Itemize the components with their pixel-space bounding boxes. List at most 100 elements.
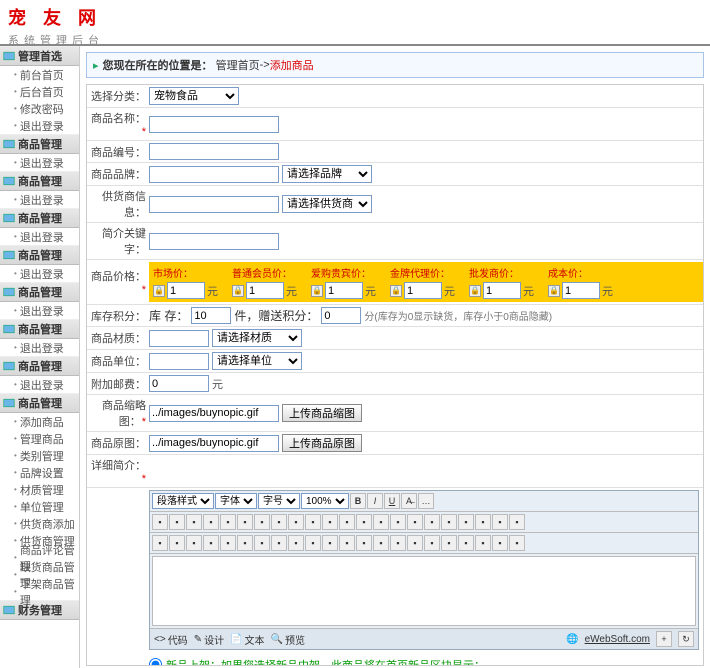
editor-para-select[interactable]: 段落样式 (152, 493, 214, 509)
input-material[interactable] (149, 330, 209, 347)
editor-tool-icon[interactable]: ▪ (492, 535, 508, 551)
italic-icon[interactable]: I (367, 493, 383, 509)
editor-tool-icon[interactable]: ▪ (203, 535, 219, 551)
editor-tool-icon[interactable]: ▪ (186, 514, 202, 530)
sidebar-item[interactable]: 材质管理 (0, 481, 79, 498)
editor-tool-icon[interactable]: ▪ (305, 514, 321, 530)
editor-refresh-icon[interactable]: ↻ (678, 631, 694, 647)
sidebar-item[interactable]: 下架商品管理 (0, 583, 79, 600)
lock-icon[interactable]: 🔒 (469, 285, 481, 297)
editor-tool-icon[interactable]: ▪ (373, 535, 389, 551)
sidebar-group-head[interactable]: 商品管理 (0, 208, 79, 228)
editor-textarea[interactable] (152, 556, 696, 626)
input-supplier[interactable] (149, 196, 279, 213)
lock-icon[interactable]: 🔒 (311, 285, 323, 297)
editor-tool-icon[interactable]: ▪ (458, 514, 474, 530)
radio-new[interactable]: 新品上架：如果您选择新品中架，此商品将在首页新品区块显示； (149, 656, 485, 666)
editor-tool-icon[interactable]: ▪ (186, 535, 202, 551)
input-brand[interactable] (149, 166, 279, 183)
bold-icon[interactable]: B (350, 493, 366, 509)
select-category[interactable]: 宠物食品 (149, 87, 239, 105)
editor-size-select[interactable]: 字号 (258, 493, 300, 509)
editor-tool-icon[interactable]: ▪ (509, 514, 525, 530)
more-icon[interactable]: … (418, 493, 434, 509)
upload-orig-button[interactable]: 上传商品原图 (282, 434, 362, 452)
sidebar-item[interactable]: 前台首页 (0, 66, 79, 83)
input-unit[interactable] (149, 353, 209, 370)
input-price-member[interactable] (246, 282, 284, 299)
editor-tool-icon[interactable]: ▪ (390, 514, 406, 530)
editor-tool-icon[interactable]: ▪ (271, 514, 287, 530)
editor-zoom-select[interactable]: 100% (301, 493, 349, 509)
sidebar-group-head[interactable]: 商品管理 (0, 319, 79, 339)
editor-tool-icon[interactable]: ▪ (356, 514, 372, 530)
sidebar-item[interactable]: 管理商品 (0, 430, 79, 447)
editor-tab-design[interactable]: ✎ 设计 (194, 632, 224, 647)
editor-tool-icon[interactable]: ▪ (475, 514, 491, 530)
sidebar-group-head[interactable]: 商品管理 (0, 245, 79, 265)
sidebar-item[interactable]: 单位管理 (0, 498, 79, 515)
editor-tab-preview[interactable]: 🔍 预览 (271, 632, 305, 647)
editor-tool-icon[interactable]: ▪ (424, 514, 440, 530)
editor-tool-icon[interactable]: ▪ (169, 514, 185, 530)
lock-icon[interactable]: 🔒 (548, 285, 560, 297)
editor-tool-icon[interactable]: ▪ (322, 514, 338, 530)
sidebar-item[interactable]: 类别管理 (0, 447, 79, 464)
sidebar-group-head[interactable]: 商品管理 (0, 171, 79, 191)
editor-tool-icon[interactable]: ▪ (373, 514, 389, 530)
input-price-market[interactable] (167, 282, 205, 299)
sidebar-item[interactable]: 退出登录 (0, 154, 79, 171)
input-price-cost[interactable] (562, 282, 600, 299)
sidebar-item[interactable]: 退出登录 (0, 339, 79, 356)
editor-tool-icon[interactable]: ▪ (458, 535, 474, 551)
input-postage[interactable] (149, 375, 209, 392)
sidebar-item[interactable]: 退出登录 (0, 376, 79, 393)
input-price-wholesale[interactable] (483, 282, 521, 299)
editor-tool-icon[interactable]: ▪ (152, 535, 168, 551)
sidebar-group-head[interactable]: 商品管理 (0, 356, 79, 376)
sidebar-item[interactable]: 退出登录 (0, 265, 79, 282)
sidebar-item[interactable]: 后台首页 (0, 83, 79, 100)
input-price-love[interactable] (325, 282, 363, 299)
input-bonus[interactable] (321, 307, 361, 324)
editor-tool-icon[interactable]: ▪ (169, 535, 185, 551)
lock-icon[interactable]: 🔒 (232, 285, 244, 297)
lock-icon[interactable]: 🔒 (390, 285, 402, 297)
editor-tool-icon[interactable]: ▪ (407, 535, 423, 551)
select-brand[interactable]: 请选择品牌 (282, 165, 372, 183)
editor-tool-icon[interactable]: ▪ (322, 535, 338, 551)
sidebar-group-head[interactable]: 管理首选 (0, 46, 79, 66)
editor-tool-icon[interactable]: ▪ (305, 535, 321, 551)
editor-tool-icon[interactable]: ▪ (220, 514, 236, 530)
sidebar-item[interactable]: 品牌设置 (0, 464, 79, 481)
editor-tool-icon[interactable]: ▪ (407, 514, 423, 530)
editor-tool-icon[interactable]: ▪ (339, 514, 355, 530)
underline-icon[interactable]: U (384, 493, 400, 509)
select-supplier[interactable]: 请选择供货商 (282, 195, 372, 213)
strike-icon[interactable]: A̶ (401, 493, 417, 509)
input-stock[interactable] (191, 307, 231, 324)
sidebar-group-head[interactable]: 商品管理 (0, 393, 79, 413)
editor-tool-icon[interactable]: ▪ (288, 535, 304, 551)
editor-tool-icon[interactable]: ▪ (237, 535, 253, 551)
input-keyword[interactable] (149, 233, 279, 250)
sidebar-item[interactable]: 退出登录 (0, 191, 79, 208)
input-thumb[interactable] (149, 405, 279, 422)
editor-tool-icon[interactable]: ▪ (203, 514, 219, 530)
sidebar-group-head[interactable]: 商品管理 (0, 282, 79, 302)
select-unit[interactable]: 请选择单位 (212, 352, 302, 370)
editor-tool-icon[interactable]: ▪ (288, 514, 304, 530)
sidebar-item[interactable]: 退出登录 (0, 302, 79, 319)
editor-tool-icon[interactable]: ▪ (424, 535, 440, 551)
sidebar-group-head[interactable]: 商品管理 (0, 134, 79, 154)
sidebar-item[interactable]: 修改密码 (0, 100, 79, 117)
editor-tool-icon[interactable]: ▪ (254, 535, 270, 551)
lock-icon[interactable]: 🔒 (153, 285, 165, 297)
editor-tab-code[interactable]: <> 代码 (154, 632, 188, 647)
editor-tool-icon[interactable]: ▪ (356, 535, 372, 551)
editor-tool-icon[interactable]: ▪ (152, 514, 168, 530)
editor-tool-icon[interactable]: ▪ (220, 535, 236, 551)
editor-tool-icon[interactable]: ▪ (254, 514, 270, 530)
sidebar-item[interactable]: 供货商添加 (0, 515, 79, 532)
input-name[interactable] (149, 116, 279, 133)
